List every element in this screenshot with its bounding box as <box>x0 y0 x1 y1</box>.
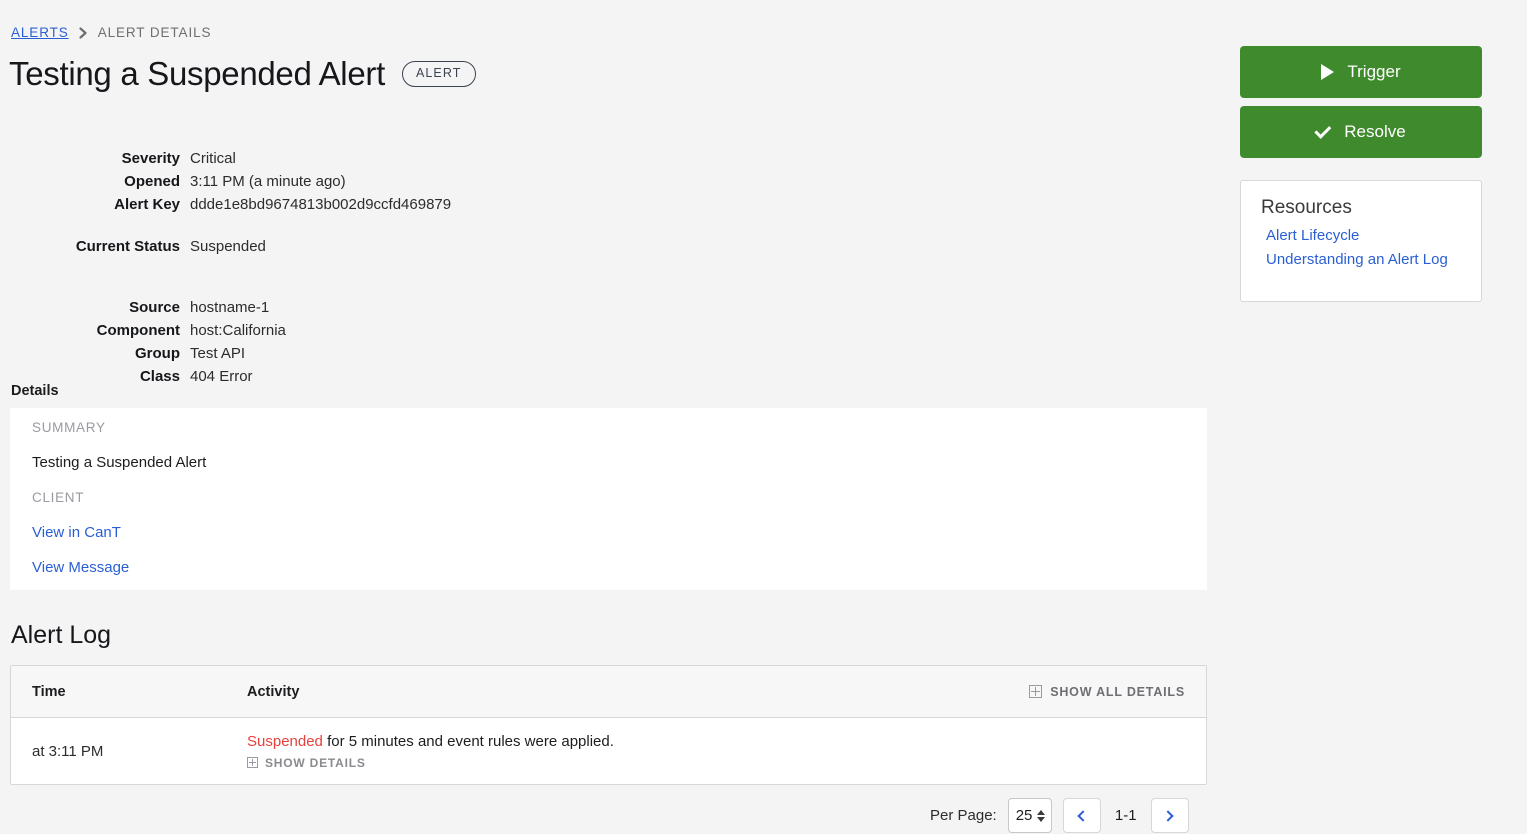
meta-row-current-status: Current Status Suspended <box>0 236 700 257</box>
details-client-label: CLIENT <box>32 490 85 505</box>
per-page-select[interactable]: 25 <box>1007 798 1052 833</box>
meta-value-opened: 3:11 PM (a minute ago) <box>190 173 346 190</box>
per-page-value: 25 <box>1015 807 1033 824</box>
details-link-view-message[interactable]: View Message <box>32 559 129 576</box>
cell-time: at 3:11 PM <box>32 742 104 760</box>
meta-label-group: Group <box>135 345 180 362</box>
trigger-button-label: Trigger <box>1347 62 1401 81</box>
breadcrumb: ALERTS ALERT DETAILS <box>11 25 211 40</box>
meta-row-source: Source hostname-1 <box>0 297 700 318</box>
column-header-activity: Activity <box>247 683 300 700</box>
alert-meta-list: Severity Critical Opened 3:11 PM (a minu… <box>0 148 700 389</box>
meta-label-component: Component <box>96 322 180 339</box>
activity-status: Suspended <box>247 732 323 750</box>
meta-row-opened: Opened 3:11 PM (a minute ago) <box>0 171 700 192</box>
chevron-right-icon <box>78 26 89 39</box>
meta-row-group: Group Test API <box>0 343 700 364</box>
resource-link-understanding-alert-log[interactable]: Understanding an Alert Log <box>1261 248 1461 272</box>
meta-value-source: hostname-1 <box>190 299 270 316</box>
details-summary-value: Testing a Suspended Alert <box>32 454 207 471</box>
table-row: at 3:11 PM Suspended for 5 minutes and e… <box>11 718 1206 784</box>
meta-row-severity: Severity Critical <box>0 148 700 169</box>
details-summary-label: SUMMARY <box>32 420 106 435</box>
check-icon <box>1314 121 1332 139</box>
meta-label-current-status: Current Status <box>75 238 180 255</box>
meta-value-class: 404 Error <box>190 368 253 385</box>
per-page-label: Per Page: <box>930 807 997 824</box>
alert-log-table: Time Activity SHOW ALL DETAILS at 3:11 P… <box>10 665 1207 785</box>
alert-log-header-row: Time Activity SHOW ALL DETAILS <box>11 666 1206 718</box>
resolve-button-label: Resolve <box>1344 122 1406 141</box>
meta-value-group: Test API <box>190 345 246 362</box>
show-all-details-button[interactable]: SHOW ALL DETAILS <box>1029 685 1206 699</box>
meta-row-alert-key: Alert Key ddde1e8bd9674813b002d9ccfd4698… <box>0 194 700 215</box>
activity-description: for 5 minutes and event rules were appli… <box>322 732 614 750</box>
details-link-view-in-cant[interactable]: View in CanT <box>32 524 121 541</box>
meta-label-source: Source <box>129 299 180 316</box>
meta-label-severity: Severity <box>121 150 180 167</box>
resolve-button[interactable]: Resolve <box>1240 106 1482 158</box>
resource-link-alert-lifecycle[interactable]: Alert Lifecycle <box>1261 224 1461 248</box>
title-row: Testing a Suspended Alert ALERT <box>9 55 476 93</box>
prev-page-button[interactable] <box>1062 798 1101 833</box>
right-rail: Trigger Resolve Resources Alert Lifecycl… <box>1240 46 1482 302</box>
breadcrumb-link-alerts[interactable]: ALERTS <box>11 25 69 40</box>
meta-row-component: Component host:California <box>0 320 700 341</box>
meta-value-current-status: Suspended <box>190 238 266 255</box>
meta-row-class: Class 404 Error <box>0 366 700 387</box>
alert-log-heading: Alert Log <box>11 621 112 649</box>
column-header-time: Time <box>32 683 66 700</box>
show-all-details-label: SHOW ALL DETAILS <box>1050 684 1185 699</box>
trigger-button[interactable]: Trigger <box>1240 46 1482 98</box>
page-range: 1-1 <box>1114 807 1137 824</box>
meta-value-severity: Critical <box>190 150 236 167</box>
show-details-button[interactable]: SHOW DETAILS <box>247 756 1185 770</box>
resources-card: Resources Alert Lifecycle Understanding … <box>1240 180 1482 302</box>
meta-label-alert-key: Alert Key <box>114 196 180 213</box>
cell-activity: Suspended for 5 minutes and event rules … <box>247 733 1206 770</box>
next-page-button[interactable] <box>1150 798 1189 833</box>
breadcrumb-current: ALERT DETAILS <box>97 25 212 40</box>
pagination: Per Page: 25 1-1 <box>930 798 1189 833</box>
page-title: Testing a Suspended Alert <box>9 55 385 92</box>
meta-label-opened: Opened <box>124 173 180 190</box>
show-details-label: SHOW DETAILS <box>265 755 366 770</box>
meta-value-component: host:California <box>190 322 286 339</box>
stepper-arrows-icon <box>1036 809 1045 822</box>
chevron-right-icon <box>1162 809 1174 822</box>
expand-plus-icon <box>247 757 258 768</box>
play-icon <box>1321 64 1335 80</box>
activity-text-line: Suspended for 5 minutes and event rules … <box>247 733 1185 750</box>
meta-value-alert-key: ddde1e8bd9674813b002d9ccfd469879 <box>190 196 452 213</box>
details-heading: Details <box>11 383 59 399</box>
details-card: SUMMARY Testing a Suspended Alert CLIENT… <box>10 408 1207 590</box>
resources-title: Resources <box>1261 197 1352 218</box>
alert-details-page: ALERTS ALERT DETAILS Testing a Suspended… <box>0 0 1527 834</box>
expand-plus-icon <box>1029 685 1043 698</box>
status-badge: ALERT <box>401 61 476 87</box>
chevron-left-icon <box>1077 809 1089 822</box>
